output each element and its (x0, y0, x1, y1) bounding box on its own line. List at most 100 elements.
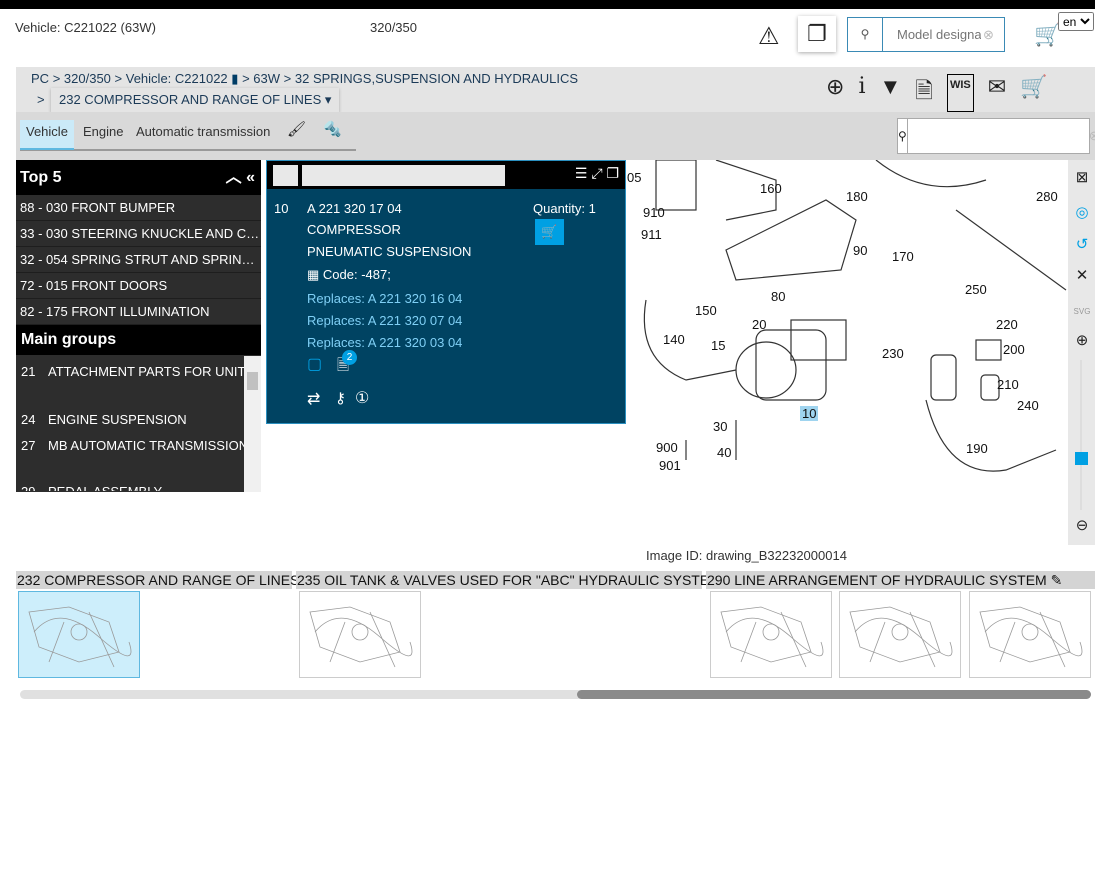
language-select[interactable]: en (1058, 12, 1094, 31)
main-group-item[interactable]: 24 ENGINE SUSPENSION (16, 407, 187, 433)
callout-200[interactable]: 200 (1003, 342, 1025, 357)
main-group-item[interactable]: 27 MB AUTOMATIC TRANSMISSION (16, 433, 244, 459)
drawing-thumbnail[interactable] (969, 591, 1091, 678)
svg-icon[interactable]: SVG (1072, 302, 1092, 322)
thumb-group-290[interactable]: 290 LINE ARRANGEMENT OF HYDRAULIC SYSTEM… (706, 571, 1095, 589)
collapse-icon[interactable]: ︿ « (226, 160, 255, 195)
crumb-pc[interactable]: PC (31, 71, 49, 86)
unpin-icon[interactable]: ✕ (1072, 266, 1092, 286)
list-icon[interactable]: ☰ (575, 165, 588, 181)
drawing-thumbnail[interactable] (299, 591, 421, 678)
callout-910[interactable]: 910 (643, 205, 665, 220)
drawing-thumbnail[interactable] (839, 591, 961, 678)
callout-220[interactable]: 220 (996, 317, 1018, 332)
drawing-thumbnail[interactable] (18, 591, 140, 678)
crumb-engine[interactable]: 63W (253, 71, 280, 86)
callout-20[interactable]: 20 (752, 317, 766, 332)
scrollbar-thumb[interactable] (577, 690, 1091, 699)
thumb-group-235[interactable]: 235 OIL TANK & VALVES USED FOR "ABC" HYD… (296, 571, 736, 589)
parts-diagram[interactable]: 05 910 911 160 180 280 90 170 250 80 150 20 220 140 20… (626, 160, 1068, 545)
filter-input[interactable] (302, 165, 505, 186)
callout-80[interactable]: 80 (771, 289, 785, 304)
target-icon[interactable]: ◎ (1072, 203, 1092, 223)
scrollbar[interactable] (244, 356, 261, 492)
filter-box[interactable] (273, 165, 298, 186)
expand-icon[interactable]: ⤢ (591, 165, 602, 181)
clear-icon[interactable]: ⊗ (1089, 119, 1095, 153)
callout-190[interactable]: 190 (966, 441, 988, 456)
drawing-thumbnail[interactable] (710, 591, 832, 678)
top5-item[interactable]: 32 - 054 SPRING STRUT AND SPRING ... (16, 247, 261, 273)
info-circle-icon[interactable]: ① (355, 388, 369, 408)
replaces-link[interactable]: Replaces: A 221 320 16 04 (307, 291, 462, 306)
callout-150[interactable]: 150 (695, 303, 717, 318)
part-number[interactable]: A 221 320 17 04 (307, 201, 402, 216)
callout-250[interactable]: 250 (965, 282, 987, 297)
top5-item[interactable]: 72 - 015 FRONT DOORS (16, 273, 261, 299)
tab-automatic-transmission[interactable]: Automatic transmission (130, 120, 276, 150)
tab-engine[interactable]: Engine (77, 120, 129, 150)
callout-900[interactable]: 900 (656, 440, 678, 455)
copy-icon[interactable]: ❐ (798, 16, 836, 52)
callout-15[interactable]: 15 (711, 338, 725, 353)
callout-280[interactable]: 280 (1036, 189, 1058, 204)
history-icon[interactable]: ↺ (1072, 235, 1092, 255)
main-group-item[interactable]: 21 ATTACHMENT PARTS FOR UNITS (16, 359, 244, 385)
crumb-vehicle[interactable]: Vehicle: C221022 (126, 71, 228, 86)
tab-vehicle[interactable]: Vehicle (20, 120, 74, 150)
filter-icon[interactable]: ▼ (879, 74, 901, 112)
model-search-input[interactable] (883, 18, 983, 51)
top5-item[interactable]: 88 - 030 FRONT BUMPER (16, 195, 261, 221)
add-to-cart-button[interactable]: 🛒 (535, 219, 564, 245)
callout-240[interactable]: 240 (1017, 398, 1039, 413)
zoom-in-icon[interactable]: ⊕ (826, 74, 844, 112)
horizontal-scrollbar[interactable] (20, 690, 1091, 699)
swap-icon[interactable]: ⇄ (307, 389, 320, 409)
callout-230[interactable]: 230 (882, 346, 904, 361)
callout-901[interactable]: 901 (659, 458, 681, 473)
top5-item[interactable]: 82 - 175 FRONT ILLUMINATION (16, 299, 261, 325)
copy-icon[interactable]: ▮ (231, 71, 238, 86)
crumb-group[interactable]: 32 SPRINGS,SUSPENSION AND HYDRAULICS (295, 71, 578, 86)
parts-search[interactable]: ⚲ ⊗ (897, 118, 1095, 154)
search-icon: ⚲ (848, 18, 883, 51)
top5-item[interactable]: 33 - 030 STEERING KNUCKLE AND CO... (16, 221, 261, 247)
callout-05[interactable]: 05 (627, 170, 641, 185)
callout-180[interactable]: 180 (846, 189, 868, 204)
paint-icon[interactable]: 🖌 (287, 120, 306, 138)
mail-icon[interactable]: ✉ (988, 74, 1006, 112)
thumb-group-232[interactable]: 232 COMPRESSOR AND RANGE OF LINES ✎ (16, 571, 315, 589)
callout-30[interactable]: 30 (713, 419, 727, 434)
zoom-slider-handle[interactable] (1075, 452, 1088, 465)
crumb-model[interactable]: 320/350 (64, 71, 111, 86)
close-window-icon[interactable]: ⊠ (1072, 168, 1092, 188)
zoom-in-icon[interactable]: ⊕ (1072, 331, 1092, 351)
key-icon[interactable]: ⚷ (335, 389, 346, 407)
zoom-out-icon[interactable]: ⊖ (1072, 516, 1092, 536)
clear-icon[interactable]: ⊗ (983, 18, 994, 51)
info-icon[interactable]: i (858, 74, 865, 112)
callout-160[interactable]: 160 (760, 181, 782, 196)
zoom-slider[interactable] (1080, 360, 1082, 510)
model-search[interactable]: ⚲ ⊗ (847, 17, 1005, 52)
callout-10[interactable]: 10 (800, 406, 819, 421)
wis-icon[interactable]: WIS (946, 74, 974, 112)
edit-icon: ✎ (1050, 572, 1063, 588)
bolt-icon[interactable]: 🔩 (323, 120, 342, 138)
image-id: Image ID: drawing_B32232000014 (646, 548, 847, 563)
note-icon[interactable]: ▢ (307, 354, 322, 374)
parts-search-input[interactable] (907, 119, 1089, 153)
callout-170[interactable]: 170 (892, 249, 914, 264)
callout-140[interactable]: 140 (663, 332, 685, 347)
document-alert-icon[interactable]: 🗎 (915, 74, 933, 112)
callout-911[interactable]: 911 (641, 227, 662, 242)
callout-40[interactable]: 40 (717, 445, 731, 460)
replaces-link[interactable]: Replaces: A 221 320 07 04 (307, 313, 462, 328)
replaces-link[interactable]: Replaces: A 221 320 03 04 (307, 335, 462, 350)
subgroup-dropdown[interactable]: 232 COMPRESSOR AND RANGE OF LINES ▾ (51, 88, 340, 112)
callout-90[interactable]: 90 (853, 243, 867, 258)
warning-icon[interactable]: ⚠ (758, 22, 780, 51)
copy-icon[interactable]: ❐ (606, 165, 619, 181)
main-group-item[interactable]: 29PEDAL ASSEMBLY (16, 479, 162, 491)
callout-210[interactable]: 210 (997, 377, 1019, 392)
